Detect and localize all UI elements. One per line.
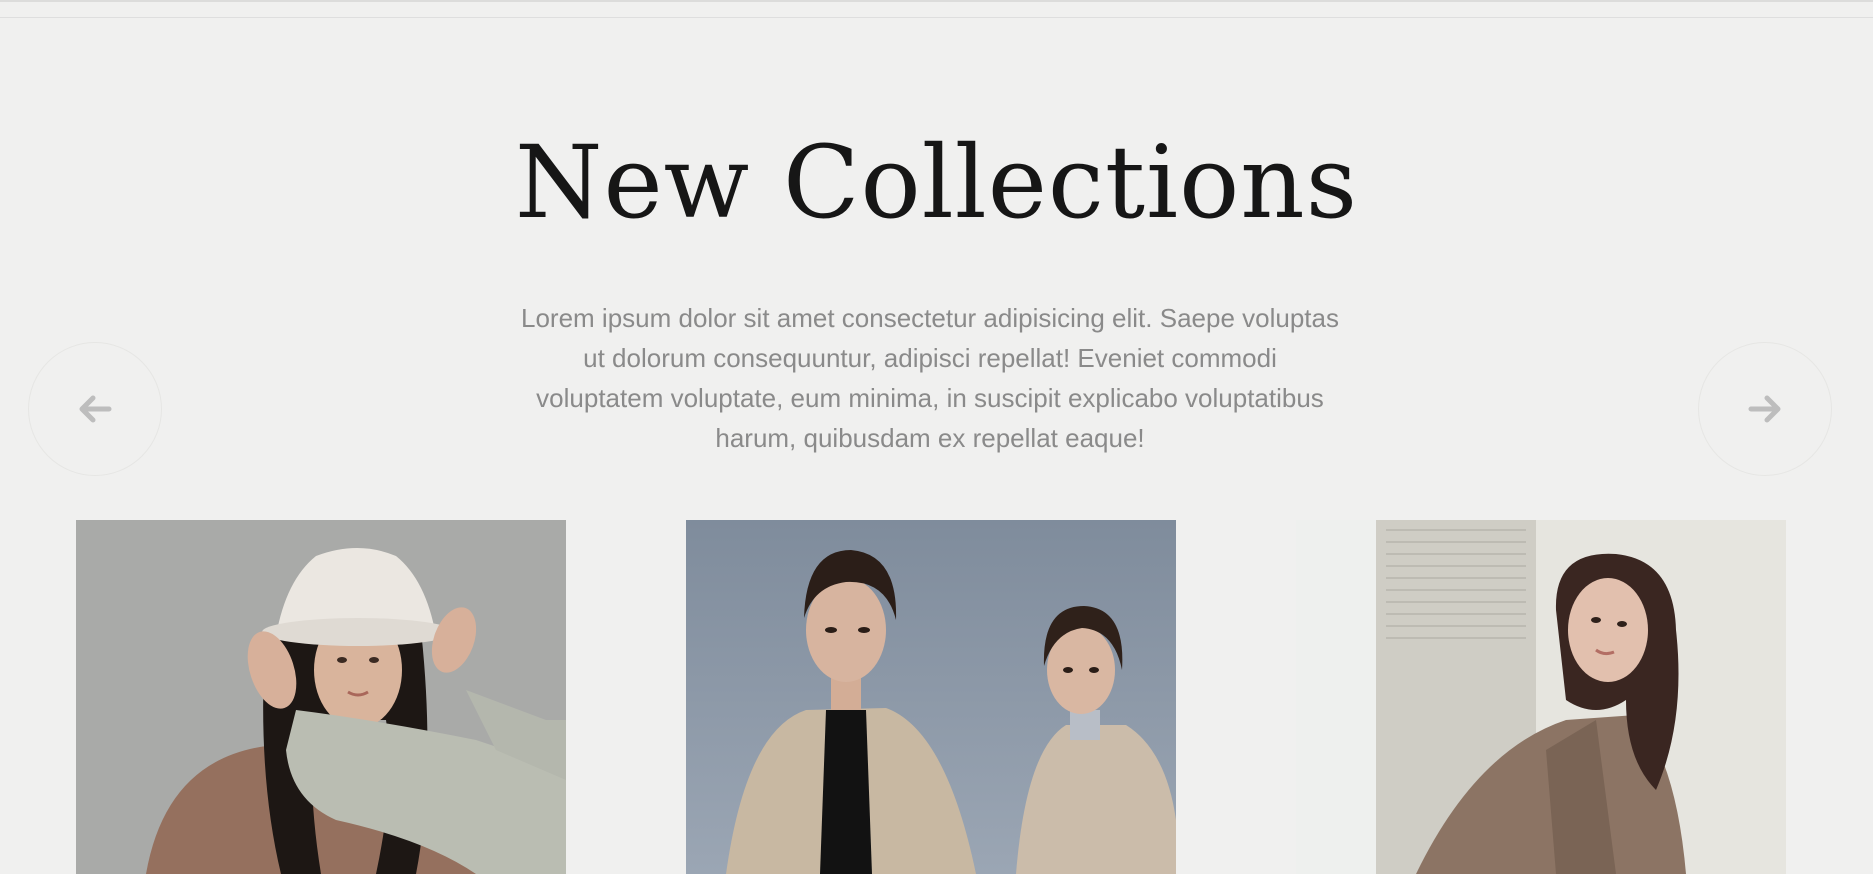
arrow-left-icon <box>79 395 112 423</box>
carousel-prev-button[interactable] <box>28 342 162 476</box>
section-title: New Collections <box>514 124 1359 241</box>
section-description: Lorem ipsum dolor sit amet consectetur a… <box>521 303 1339 453</box>
carousel-next-button[interactable] <box>1698 342 1832 476</box>
product-carousel <box>0 520 1873 874</box>
product-image <box>76 520 566 874</box>
product-card[interactable] <box>1296 520 1786 874</box>
header-divider <box>0 0 1873 18</box>
product-card[interactable] <box>686 520 1176 874</box>
arrow-right-icon <box>1748 395 1781 423</box>
product-card[interactable] <box>76 520 566 874</box>
product-image <box>1296 520 1786 874</box>
product-image <box>686 520 1176 874</box>
